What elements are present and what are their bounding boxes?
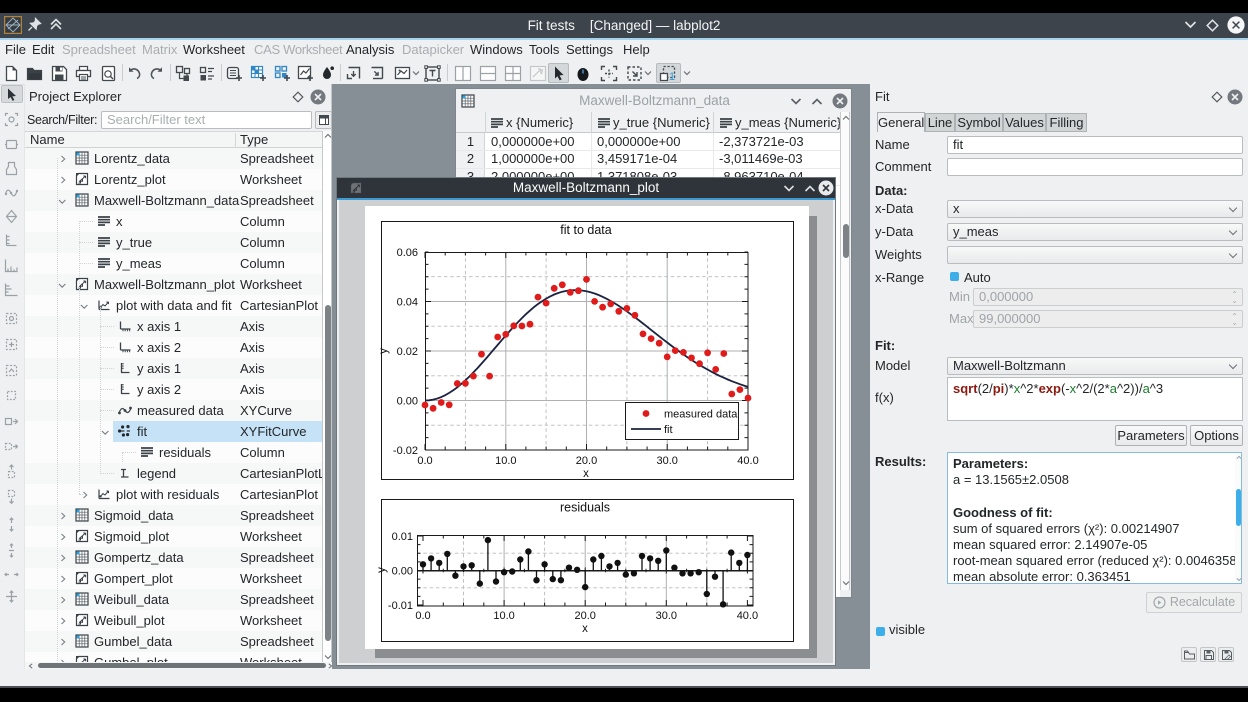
svg-text:fit to data: fit to data [560,223,611,237]
svg-text:x: x [583,468,589,480]
svg-text:-0.01: -0.01 [388,600,413,612]
svg-text:0.0: 0.0 [417,455,432,467]
svg-text:-0.02: -0.02 [393,445,418,457]
svg-text:0.01: 0.01 [392,531,413,543]
svg-text:0.06: 0.06 [397,247,418,259]
svg-text:measured data: measured data [664,409,738,421]
svg-text:y: y [376,567,388,573]
svg-text:1: 1 [669,71,675,82]
svg-text:40.0: 40.0 [737,455,758,467]
svg-text:20.0: 20.0 [574,610,595,622]
svg-text:30.0: 30.0 [656,610,677,622]
svg-text:fit: fit [664,424,673,436]
svg-text:0.0: 0.0 [415,610,430,622]
svg-text:30.0: 30.0 [656,455,677,467]
svg-text:40.0: 40.0 [737,610,758,622]
svg-text:10.0: 10.0 [493,610,514,622]
svg-text:y: y [378,348,390,354]
svg-text:0.04: 0.04 [397,297,418,309]
svg-text:20.0: 20.0 [576,455,597,467]
svg-text:x: x [582,623,588,635]
svg-text:0.02: 0.02 [397,346,418,358]
svg-text:10.0: 10.0 [495,455,516,467]
svg-text:residuals: residuals [560,501,610,515]
svg-text:0.00: 0.00 [392,566,413,578]
svg-text:0.00: 0.00 [397,396,418,408]
